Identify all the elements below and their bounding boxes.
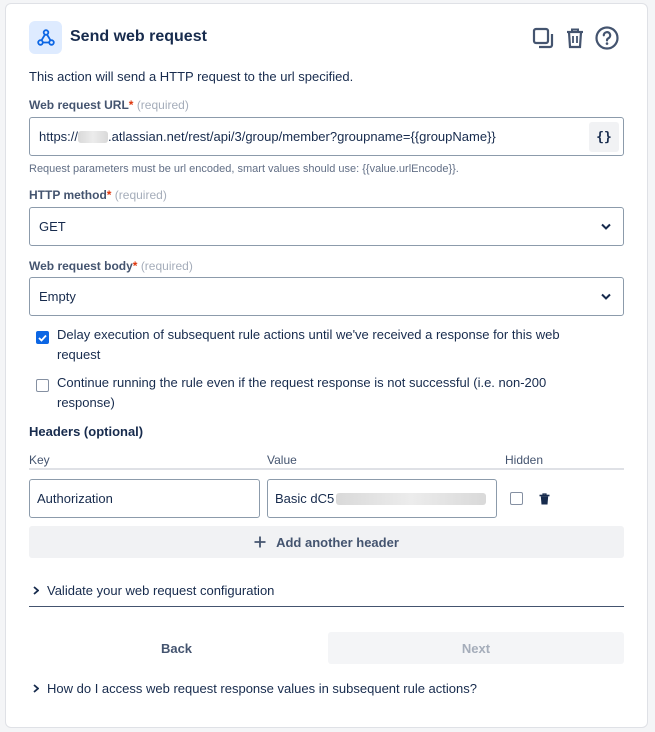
headers-divider [29,468,624,470]
required-hint: (required) [136,98,189,112]
checkmark-icon [38,334,47,342]
section-divider [29,606,624,607]
header-key-value: Authorization [37,491,113,506]
url-helper-text: Request parameters must be url encoded, … [29,163,459,175]
header-value-input[interactable]: Basic dC5 [267,479,497,518]
method-label-text: HTTP method [29,188,107,202]
delete-header-icon[interactable] [539,492,550,510]
url-label-text: Web request URL [29,98,129,112]
web-request-body-select[interactable]: Empty [29,277,624,316]
add-header-label: Add another header [276,534,399,550]
method-field-label: HTTP method* (required) [29,188,167,202]
header-value-prefix: Basic dC5 [275,491,335,506]
required-asterisk: * [128,98,134,112]
continue-running-checkbox[interactable] [36,379,49,392]
page-title: Send web request [70,28,207,45]
header-hidden-column: Hidden [505,453,544,467]
header-hidden-checkbox[interactable] [510,492,523,505]
continue-running-label: Continue running the rule even if the re… [57,375,547,410]
web-request-url-input[interactable]: https:// .atlassian.net/rest/api/3/group… [29,117,624,156]
smart-value-button[interactable]: {} [589,122,619,152]
plus-icon [254,536,266,548]
help-icon[interactable] [594,25,620,51]
webhook-icon [29,21,62,54]
required-asterisk: * [106,188,112,202]
required-hint: (required) [140,259,193,273]
action-description: This action will send a HTTP request to … [29,69,354,84]
add-header-button[interactable]: Add another header [29,526,624,558]
url-suffix: .atlassian.net/rest/api/3/group/member?g… [108,129,496,144]
redacted-subdomain [78,130,109,143]
body-value: Empty [39,289,76,304]
validate-config-label: Validate your web request configuration [47,583,275,598]
delay-execution-label: Delay execution of subsequent rule actio… [57,327,560,362]
headers-section-title: Headers (optional) [29,424,144,439]
chevron-down-icon [601,223,611,230]
next-button[interactable]: Next [328,632,624,664]
validate-config-expander[interactable]: Validate your web request configuration [33,583,274,598]
send-web-request-panel: Send web request This action will send a… [5,3,648,728]
body-field-label: Web request body* (required) [29,259,193,273]
header-key-column: Key [29,453,50,467]
header-value-column: Value [267,453,297,467]
response-values-faq-label: How do I access web request response val… [47,681,477,696]
duplicate-icon[interactable] [530,25,556,51]
chevron-down-icon [601,293,611,300]
required-asterisk: * [132,259,138,273]
response-values-faq-expander[interactable]: How do I access web request response val… [33,681,477,696]
body-label-text: Web request body [29,259,133,273]
http-method-value: GET [39,219,66,234]
http-method-select[interactable]: GET [29,207,624,246]
chevron-right-icon [33,586,39,595]
url-prefix: https:// [39,129,79,144]
required-hint: (required) [114,188,167,202]
redacted-token [336,492,487,505]
trash-icon[interactable] [562,25,588,51]
delay-execution-checkbox[interactable] [36,331,49,344]
url-field-label: Web request URL* (required) [29,98,189,112]
chevron-right-icon [33,684,39,693]
header-key-input[interactable]: Authorization [29,479,260,518]
back-button[interactable]: Back [29,632,324,664]
